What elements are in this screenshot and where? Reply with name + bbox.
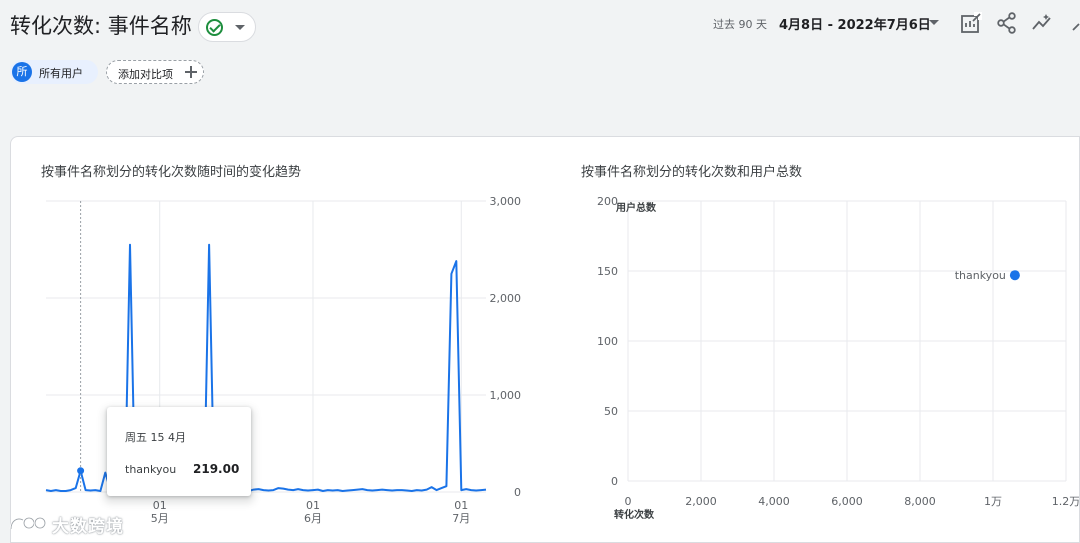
report-header: 转化次数: 事件名称 过去 90 天 4月8日 - 2022年7月6日 [0,0,1080,56]
tooltip-series-name: thankyou [125,463,177,476]
segment-chip[interactable]: 所 所有用户 [10,60,98,84]
y-axis-label: 用户总数 [615,201,657,214]
chart-tooltip: 周五 15 4月 thankyou 219.00 [107,407,251,496]
x-tick-month: 5月 [151,512,169,525]
y-tick-label: 100 [597,335,618,348]
scatter-point [1009,270,1020,281]
charts-card: 按事件名称划分的转化次数随时间的变化趋势 按事件名称划分的转化次数和用户总数 0… [10,136,1080,543]
x-tick-label: 0 [625,495,632,508]
x-tick-label: 2,000 [685,495,717,508]
partial-icon[interactable] [1070,12,1080,34]
x-tick-day: 01 [306,499,320,512]
segment-label: 所有用户 [39,67,83,80]
segment-avatar: 所 [12,62,32,82]
tooltip-value: 219.00 [193,462,240,476]
add-comparison-button[interactable]: 添加对比项 [106,60,204,84]
y-tick-label: 50 [604,405,618,418]
add-comparison-label: 添加对比项 [118,68,173,81]
y-tick-label: 200 [597,195,618,208]
x-tick-label: 4,000 [758,495,790,508]
date-range-prefix: 过去 90 天 [713,18,767,31]
insights-icon[interactable] [1031,12,1053,34]
y-tick-label: 0 [611,475,618,488]
y-tick-label: 3,000 [490,195,522,208]
watermark-text: 大数跨境 [52,517,124,537]
x-tick-month: 6月 [304,512,322,525]
edit-chart-icon[interactable] [960,12,982,34]
watermark-logo-icon [9,516,46,530]
x-tick-label: 1万 [984,495,1002,508]
highlight-point [77,467,85,475]
y-tick-label: 2,000 [490,292,522,305]
point-label: thankyou [955,269,1006,282]
x-tick-month: 7月 [452,512,470,525]
x-axis-label: 转化次数 [614,508,655,521]
share-icon[interactable] [996,12,1018,34]
page-title: 转化次数: 事件名称 [10,14,192,38]
tooltip-date: 周五 15 4月 [125,431,186,444]
x-tick-day: 01 [153,499,167,512]
x-tick-day: 01 [454,499,468,512]
date-dropdown-icon[interactable] [929,20,939,25]
chevron-down-icon [235,25,245,30]
y-tick-label: 1,000 [490,389,522,402]
y-tick-label: 150 [597,265,618,278]
y-tick-label: 0 [514,486,521,499]
scatter-chart: 0 50 100 150 200 0 2,000 4,000 6,000 8,000 1万 1.2万 用… [597,195,1079,521]
x-tick-label: 6,000 [831,495,863,508]
line-chart: 01,0002,0003,000015月016月017月 [45,195,522,525]
plus-icon [185,66,197,78]
x-tick-label: 1.2万 [1052,495,1079,508]
x-tick-label: 8,000 [904,495,936,508]
status-dropdown[interactable] [198,12,256,42]
date-range-picker[interactable]: 4月8日 - 2022年7月6日 [779,14,931,33]
check-circle-icon [206,19,223,36]
